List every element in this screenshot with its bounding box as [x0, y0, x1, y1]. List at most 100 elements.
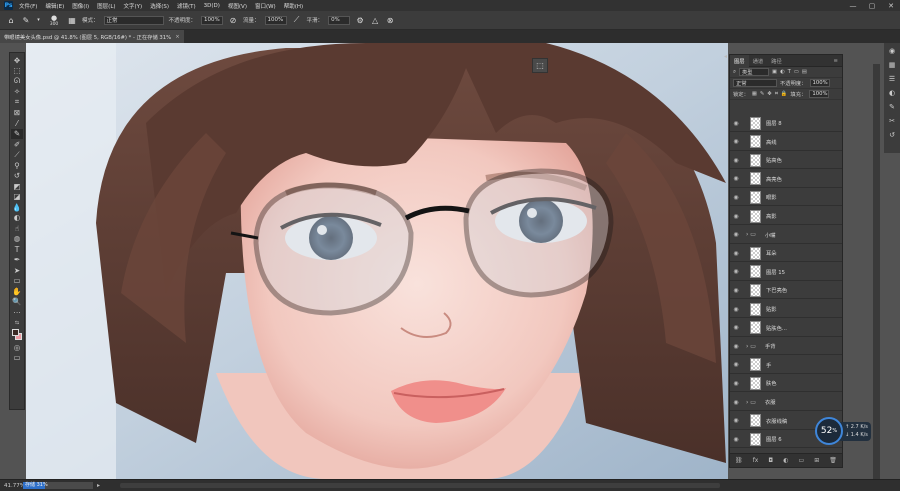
shape-tool-icon[interactable]: ▭ [11, 276, 23, 287]
airbrush-icon[interactable]: ⟋ [292, 15, 302, 25]
brush-settings-icon[interactable]: ▦ [67, 15, 77, 25]
minimize-button[interactable]: — [846, 0, 860, 11]
quick-mask-icon[interactable]: ◎ [11, 342, 23, 353]
link-layers-icon[interactable]: ⛓ [735, 457, 743, 464]
menu-select[interactable]: 选择(S) [150, 2, 169, 10]
layer-group-row[interactable]: ◉ › ▭ 衣服 [730, 394, 842, 411]
pen-tool-icon[interactable]: ✒ [11, 255, 23, 266]
history-panel-icon[interactable]: ↺ [887, 129, 898, 140]
layer-row[interactable]: ◉ 手 [730, 357, 842, 374]
layer-row[interactable]: ◉ 贴高色 [730, 152, 842, 170]
layer-row[interactable]: ◉ 贴影 [730, 301, 842, 318]
crop-tool-icon[interactable]: ⌗ [11, 97, 23, 108]
paint-bucket-tool-icon[interactable]: ◪ [11, 192, 23, 203]
lock-all-icon[interactable]: 🔒 [781, 91, 788, 97]
filter-smart-icon[interactable]: ▤ [802, 69, 807, 75]
brush-tool-icon[interactable]: ✎ [11, 128, 23, 139]
close-window-button[interactable]: ✕ [884, 0, 898, 11]
vertical-scrollbar[interactable] [873, 64, 880, 479]
layer-row[interactable]: ◉ 眼影 [730, 189, 842, 207]
foreground-color-swatch[interactable] [12, 329, 19, 336]
brush-tool-icon[interactable]: ✎ [21, 15, 31, 25]
smooth-field[interactable]: 0% [328, 15, 351, 25]
filter-adjust-icon[interactable]: ◐ [780, 69, 785, 75]
visibility-eye-icon[interactable]: ◉ [730, 361, 742, 368]
dodge-tool-icon[interactable]: ◐ [11, 213, 23, 224]
visibility-eye-icon[interactable]: ◉ [730, 417, 742, 424]
visibility-eye-icon[interactable]: ◉ [730, 231, 742, 238]
visibility-eye-icon[interactable]: ◉ [730, 138, 742, 145]
quick-select-tool-icon[interactable]: ✧ [11, 87, 23, 98]
eraser-tool-icon[interactable]: ◩ [11, 181, 23, 192]
visibility-eye-icon[interactable]: ◉ [730, 343, 742, 350]
menu-file[interactable]: 文件(F) [19, 2, 37, 10]
folder-icon[interactable]: › ▭ [746, 343, 760, 350]
layer-row[interactable]: ◉ 贴肤色... [730, 320, 842, 337]
mixer-brush-tool-icon[interactable]: ⟋ [11, 150, 23, 161]
visibility-eye-icon[interactable]: ◉ [730, 399, 742, 406]
layer-row[interactable]: ◉ 耳朵 [730, 245, 842, 263]
close-icon[interactable]: × [175, 34, 179, 40]
adjustments-panel-icon[interactable]: ◐ [887, 87, 898, 98]
visibility-eye-icon[interactable]: ◉ [730, 380, 742, 387]
zoom-tool-icon[interactable]: 🔍 [11, 297, 23, 308]
panel-menu-icon[interactable]: ≡ [830, 55, 842, 67]
move-tool-icon[interactable]: ✥ [11, 55, 23, 66]
canvas[interactable] [26, 43, 728, 479]
menu-edit[interactable]: 编辑(E) [45, 2, 64, 10]
screen-mode-icon[interactable]: ▭ [11, 353, 23, 364]
text-tool-icon[interactable]: T [11, 244, 23, 255]
tab-paths[interactable]: 路径 [767, 55, 786, 67]
status-menu-icon[interactable]: ▸ [97, 482, 100, 489]
default-colors-icon[interactable]: ⇆ [11, 318, 23, 329]
visibility-eye-icon[interactable]: ◉ [730, 194, 742, 201]
menu-help[interactable]: 帮助(H) [284, 2, 303, 10]
layer-group-row[interactable]: ◉ › ▭ 小嘴 [730, 227, 842, 244]
gear-icon[interactable]: ⚙ [355, 15, 365, 25]
flow-field[interactable]: 100% [264, 15, 287, 25]
menu-filter[interactable]: 滤镜(T) [177, 2, 196, 10]
visibility-eye-icon[interactable]: ◉ [730, 120, 742, 127]
tool-presets-icon[interactable]: ✂ [887, 115, 898, 126]
properties-panel-icon[interactable]: ☰ [887, 73, 898, 84]
layer-group-row[interactable]: ◉ › ▭ 手背 [730, 338, 842, 356]
pressure-size-icon[interactable]: ⊗ [385, 15, 395, 25]
menu-view[interactable]: 视图(V) [228, 2, 247, 10]
blend-mode-select[interactable]: 正常 [733, 79, 777, 87]
zoom-level[interactable]: 41.77% [0, 483, 25, 489]
document-tab[interactable]: 带眼镜美女头像.psd @ 41.8% (图层 5, RGB/16#) * - … [0, 30, 184, 43]
eyedropper-tool-icon[interactable]: ⁄ [11, 118, 23, 129]
visibility-eye-icon[interactable]: ◉ [730, 324, 742, 331]
add-mask-icon[interactable]: ◘ [768, 457, 773, 464]
layer-row[interactable]: ◉ 图层 15 [730, 264, 842, 281]
angle-icon[interactable]: △ [370, 15, 380, 25]
menu-3d[interactable]: 3D(D) [204, 3, 220, 9]
color-panel-icon[interactable]: ◉ [887, 45, 898, 56]
fill-field[interactable]: 100% [809, 90, 830, 98]
layer-row[interactable]: ◉ 图层 8 [730, 115, 842, 132]
visibility-eye-icon[interactable]: ◉ [730, 268, 742, 275]
visibility-eye-icon[interactable]: ◉ [730, 287, 742, 294]
swatches-panel-icon[interactable]: ▦ [887, 59, 898, 70]
lock-artboard-icon[interactable]: ⌗ [775, 91, 778, 98]
filter-shape-icon[interactable]: ▭ [794, 69, 799, 75]
folder-icon[interactable]: › ▭ [746, 231, 760, 238]
chevron-down-icon[interactable]: ▾ [36, 15, 41, 25]
layer-row[interactable]: ◉ 下巴亮色 [730, 282, 842, 300]
menu-type[interactable]: 文字(Y) [124, 2, 143, 10]
sponge-tool-icon[interactable]: ◍ [11, 234, 23, 245]
cpu-usage-circle[interactable]: 52% [815, 417, 843, 445]
hand-tool-icon[interactable]: ✋ [11, 286, 23, 297]
brush-preset-picker[interactable]: ● 300 [46, 12, 62, 28]
frame-tool-icon[interactable]: ⊠ [11, 108, 23, 119]
path-select-tool-icon[interactable]: ➤ [11, 265, 23, 276]
filter-pixel-icon[interactable]: ▣ [772, 69, 777, 75]
mode-select[interactable]: 正常 [103, 15, 164, 25]
visibility-eye-icon[interactable]: ◉ [730, 250, 742, 257]
new-group-icon[interactable]: ▭ [799, 457, 805, 464]
lock-position-icon[interactable]: ✥ [767, 91, 771, 97]
visibility-eye-icon[interactable]: ◉ [730, 306, 742, 313]
visibility-eye-icon[interactable]: ◉ [730, 436, 742, 443]
layer-row[interactable]: ◉ 高线 [730, 134, 842, 151]
layer-row[interactable]: ◉ 高亮色 [730, 171, 842, 188]
